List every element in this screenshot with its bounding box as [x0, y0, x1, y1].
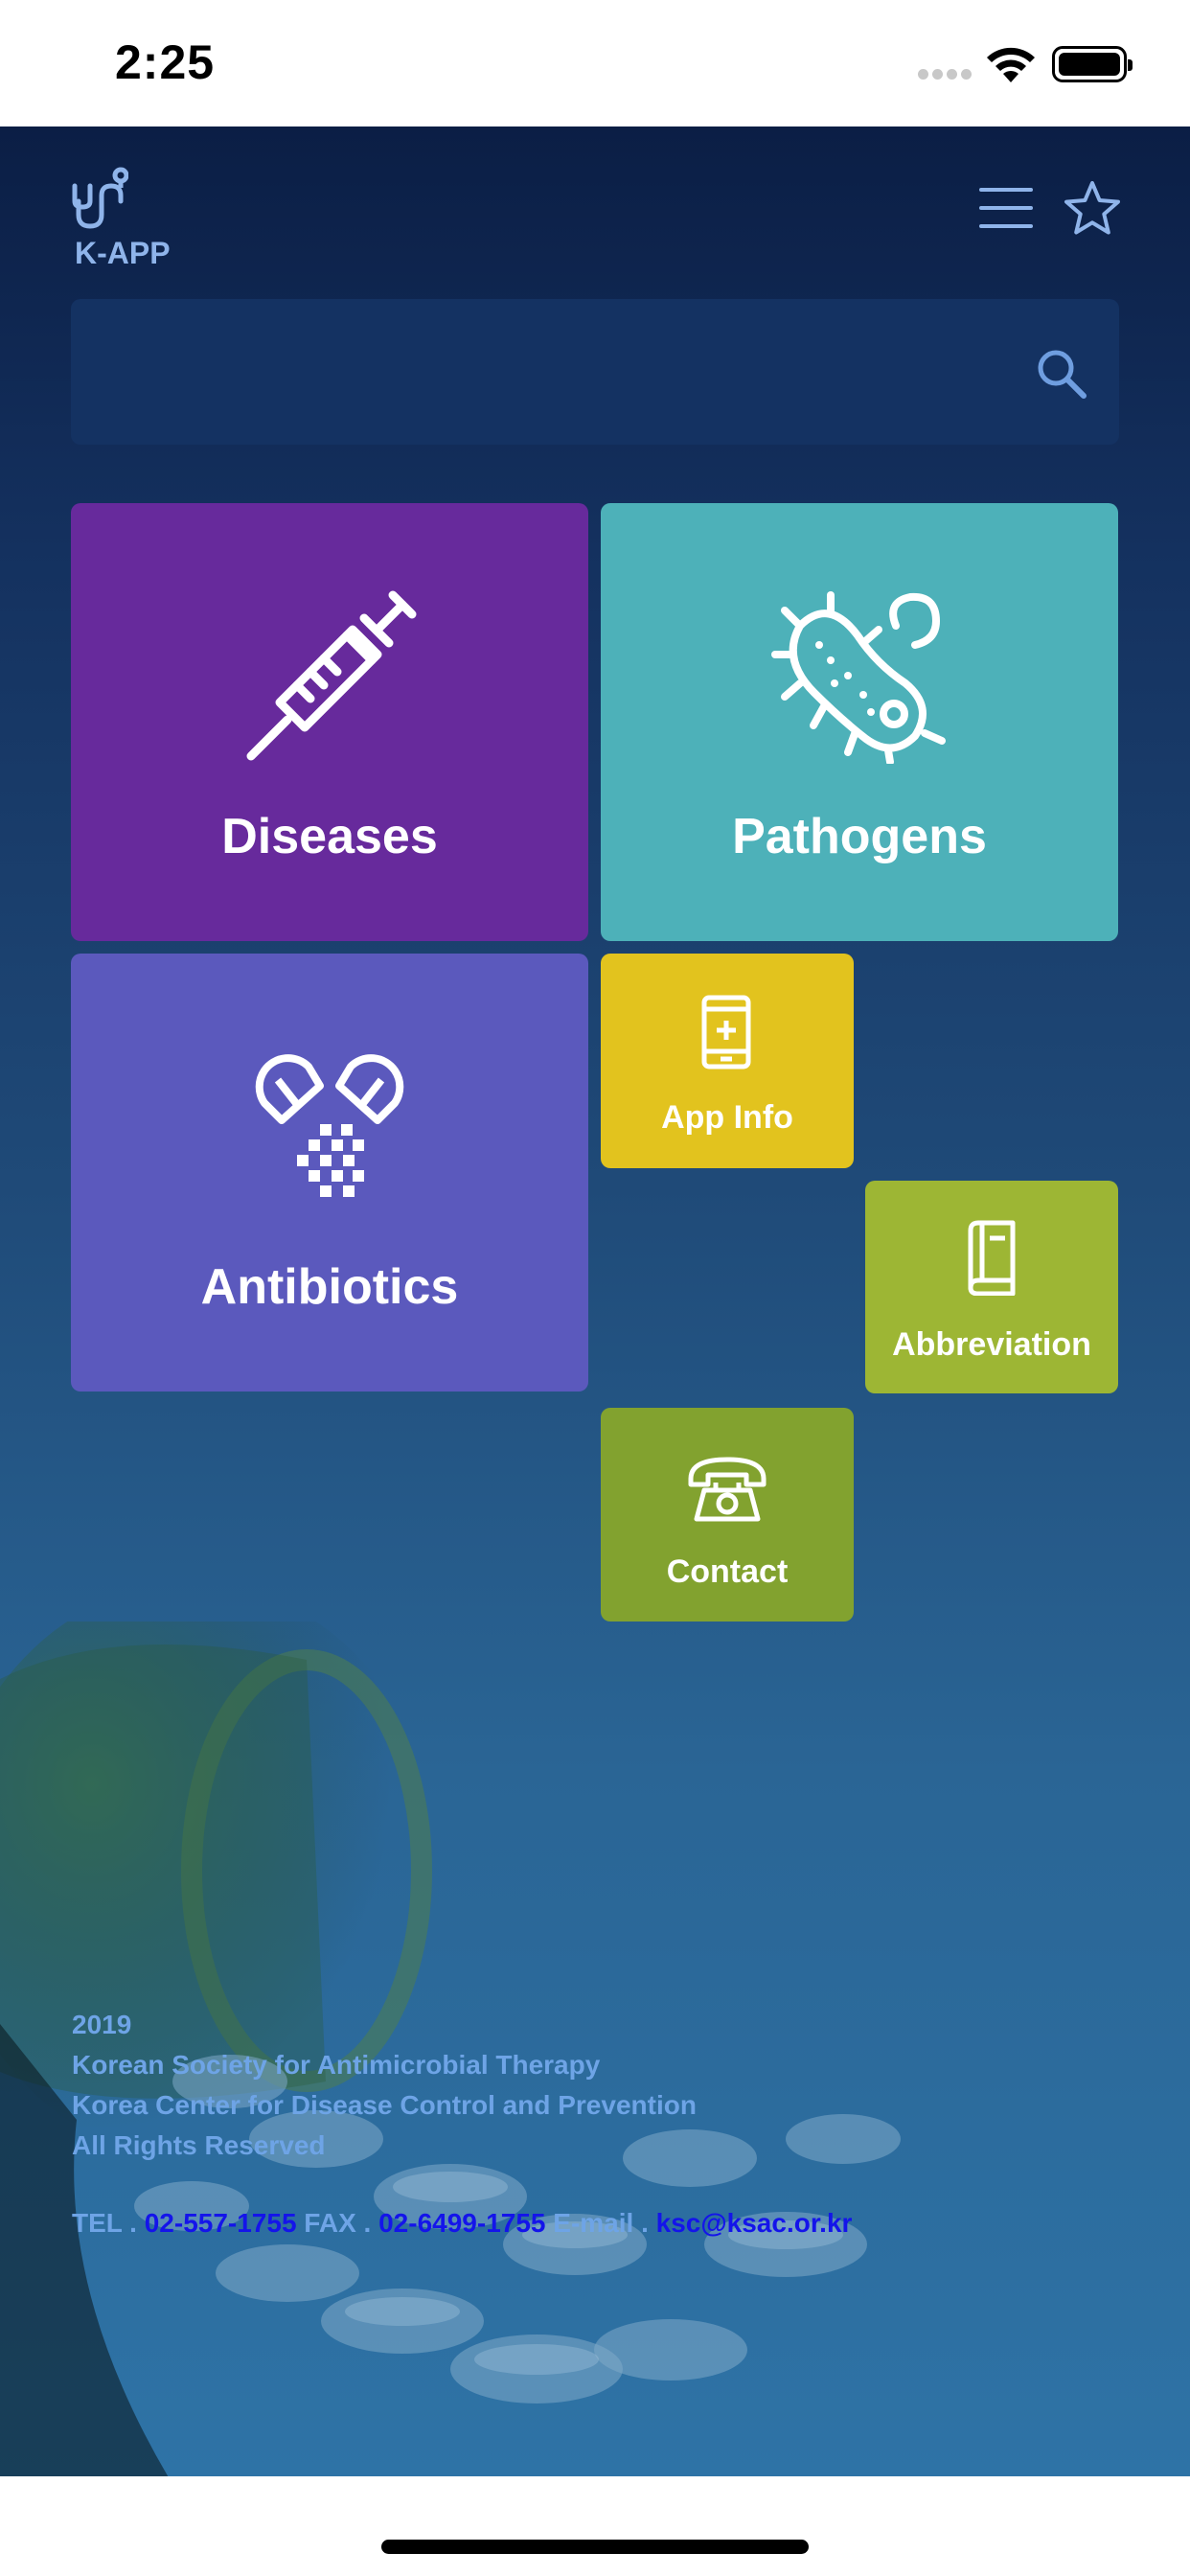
footer-org-2: Korea Center for Disease Control and Pre…	[72, 2090, 697, 2120]
tile-app-info[interactable]: App Info	[601, 954, 854, 1168]
tile-antibiotics[interactable]: Antibiotics	[71, 954, 588, 1392]
app-logo[interactable]: K-APP	[71, 167, 176, 272]
tile-label: Pathogens	[732, 809, 987, 864]
tile-label: Antibiotics	[200, 1259, 459, 1315]
app-screen: K-APP Diseases Pathogens Antibiotics App…	[0, 126, 1190, 2476]
status-bar: 2:25	[0, 0, 1190, 126]
syringe-icon	[246, 590, 417, 761]
tile-label: Abbreviation	[892, 1326, 1091, 1363]
tile-pathogens[interactable]: Pathogens	[601, 503, 1118, 941]
footer-year: 2019	[72, 2010, 132, 2039]
footer-contact-line: TEL . 02-557-1755 FAX . 02-6499-1755 E-m…	[72, 2208, 852, 2239]
fax-link[interactable]: 02-6499-1755	[378, 2208, 545, 2238]
footer-info: 2019 Korean Society for Antimicrobial Th…	[72, 2005, 1126, 2166]
fax-label: FAX .	[296, 2208, 379, 2238]
status-time: 2:25	[115, 35, 216, 89]
capsule-icon	[255, 1054, 404, 1197]
tile-label: Contact	[666, 1553, 789, 1590]
home-indicator[interactable]	[381, 2540, 809, 2554]
email-label: E-mail .	[545, 2208, 656, 2238]
tel-link[interactable]: 02-557-1755	[145, 2208, 297, 2238]
footer-rights: All Rights Reserved	[72, 2130, 326, 2160]
app-name: K-APP	[75, 236, 171, 270]
favorites-star-icon[interactable]	[1064, 180, 1121, 236]
tile-label: Diseases	[221, 809, 438, 864]
book-icon	[968, 1220, 1016, 1296]
bottom-safe-area	[0, 2476, 1190, 2576]
phone-info-icon	[701, 995, 751, 1070]
battery-icon	[1052, 46, 1133, 82]
cellular-signal-icon	[918, 69, 973, 80]
stethoscope-icon	[72, 167, 128, 229]
tel-label: TEL .	[72, 2208, 145, 2238]
tile-diseases[interactable]: Diseases	[71, 503, 588, 941]
hamburger-menu-icon[interactable]	[979, 184, 1033, 232]
footer-org-1: Korean Society for Antimicrobial Therapy	[72, 2050, 601, 2080]
wifi-icon	[987, 47, 1035, 82]
bacteria-icon	[771, 591, 946, 764]
tile-abbreviation[interactable]: Abbreviation	[865, 1181, 1118, 1393]
telephone-icon	[688, 1457, 767, 1522]
email-link[interactable]: ksc@ksac.or.kr	[656, 2208, 853, 2238]
search-icon[interactable]	[1035, 347, 1088, 401]
search-input[interactable]	[100, 299, 1000, 445]
tile-contact[interactable]: Contact	[601, 1408, 854, 1622]
search-bar	[71, 299, 1119, 445]
tile-label: App Info	[661, 1099, 793, 1136]
